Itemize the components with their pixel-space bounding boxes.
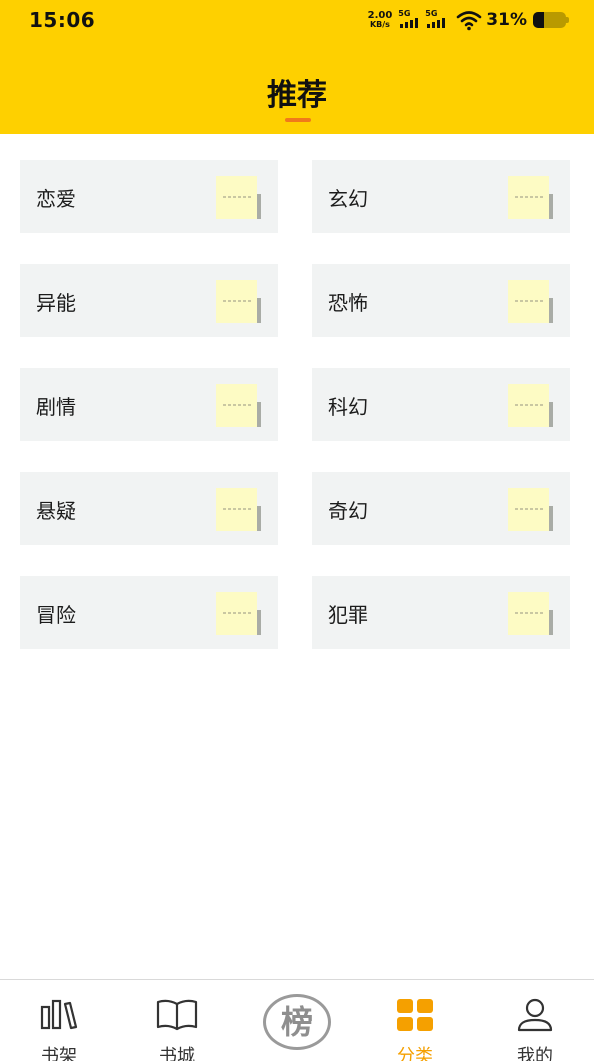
header: 15:06 2.00 KB/s 5G 5G 31% 推荐 — [0, 0, 594, 134]
book-cover-icon — [216, 280, 264, 324]
nav-label: 书架 — [41, 1046, 77, 1061]
category-card[interactable]: 恋爱 — [20, 160, 278, 233]
book-cover-icon — [508, 488, 556, 532]
book-cover-icon — [216, 592, 264, 636]
category-label: 剧情 — [36, 395, 76, 419]
category-card[interactable]: 犯罪 — [312, 576, 570, 649]
battery-percent: 31% — [486, 10, 527, 30]
signal-icon: 5G — [425, 9, 449, 31]
category-card[interactable]: 异能 — [20, 264, 278, 337]
category-label: 恐怖 — [328, 291, 368, 315]
category-card[interactable]: 科幻 — [312, 368, 570, 441]
network-speed: 2.00 KB/s — [367, 10, 393, 30]
user-icon — [476, 998, 594, 1034]
nav-bookstore[interactable]: 书城 — [118, 980, 236, 1061]
rank-button[interactable]: 榜 — [263, 994, 331, 1050]
book-cover-icon — [508, 176, 556, 220]
nav-label: 书城 — [159, 1046, 195, 1061]
category-card[interactable]: 玄幻 — [312, 160, 570, 233]
nav-label: 我的 — [517, 1046, 553, 1061]
category-card[interactable]: 奇幻 — [312, 472, 570, 545]
nav-bookshelf[interactable]: 书架 — [0, 980, 118, 1061]
category-label: 异能 — [36, 291, 76, 315]
signal-type-label: 5G — [398, 9, 411, 18]
book-cover-icon — [216, 176, 264, 220]
nav-label: 分类 — [397, 1046, 433, 1061]
status-time: 15:06 — [29, 8, 96, 32]
category-grid-icon — [356, 998, 474, 1034]
signal-icon: 5G — [398, 9, 422, 31]
page-title: 推荐 — [267, 78, 327, 113]
book-cover-icon — [216, 488, 264, 532]
book-cover-icon — [508, 384, 556, 428]
nav-category[interactable]: 分类 — [356, 980, 474, 1061]
signal-type-label: 5G — [425, 9, 438, 18]
status-icons: 2.00 KB/s 5G 5G 31% — [367, 8, 569, 32]
rank-badge-label: 榜 — [280, 1003, 313, 1041]
category-label: 悬疑 — [36, 499, 76, 523]
category-label: 奇幻 — [328, 499, 368, 523]
category-card[interactable]: 冒险 — [20, 576, 278, 649]
open-book-icon — [118, 998, 236, 1034]
category-label: 科幻 — [328, 395, 368, 419]
category-card[interactable]: 恐怖 — [312, 264, 570, 337]
category-label: 冒险 — [36, 603, 76, 627]
nav-profile[interactable]: 我的 — [476, 980, 594, 1061]
book-cover-icon — [508, 592, 556, 636]
screen: 15:06 2.00 KB/s 5G 5G 31% 推荐 恋爱 玄幻 异能 恐怖… — [0, 0, 594, 1061]
book-cover-icon — [216, 384, 264, 428]
wifi-icon — [456, 11, 482, 31]
book-cover-icon — [508, 280, 556, 324]
category-card[interactable]: 剧情 — [20, 368, 278, 441]
category-label: 玄幻 — [328, 187, 368, 211]
battery-icon — [533, 12, 569, 28]
category-card[interactable]: 悬疑 — [20, 472, 278, 545]
category-label: 恋爱 — [36, 187, 76, 211]
network-speed-value: 2.00 — [367, 10, 393, 21]
category-label: 犯罪 — [328, 603, 368, 627]
network-speed-unit: KB/s — [369, 20, 390, 29]
title-underline — [285, 118, 311, 122]
bookshelf-icon — [0, 998, 118, 1034]
